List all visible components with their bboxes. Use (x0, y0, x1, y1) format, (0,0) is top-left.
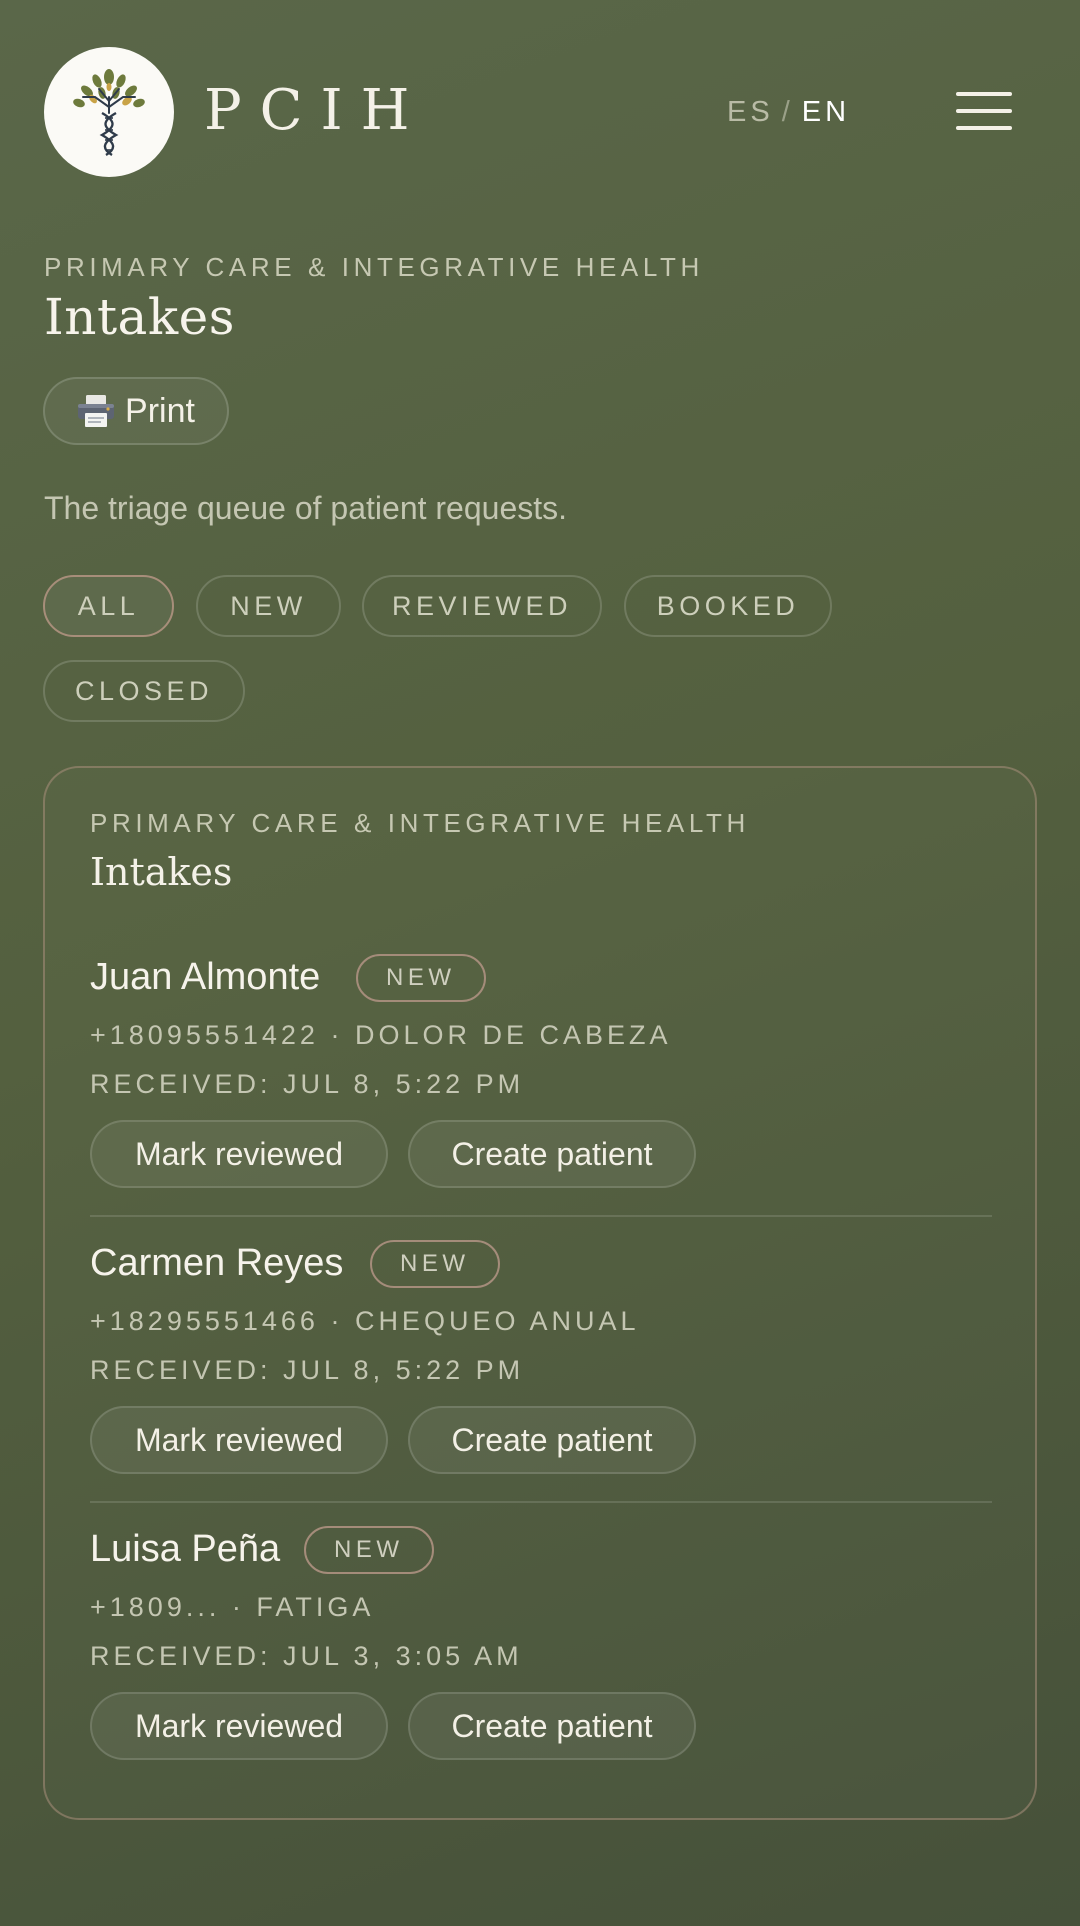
mark-reviewed-button[interactable]: Mark reviewed (90, 1120, 388, 1188)
lang-en-link[interactable]: EN (802, 96, 850, 128)
lang-separator: / (781, 96, 794, 128)
filter-chip-new[interactable]: NEW (196, 575, 341, 637)
page-subtitle: The triage queue of patient requests. (44, 490, 568, 526)
divider (90, 1501, 992, 1503)
patient-name: Juan Almonte (90, 956, 321, 998)
intake-item: Luisa Peña NEW +1809... · FATIGA RECEIVE… (90, 1524, 992, 1810)
logo[interactable] (44, 47, 174, 177)
lang-es-link[interactable]: ES (727, 96, 774, 128)
filter-chip-closed[interactable]: CLOSED (43, 660, 245, 722)
patient-name: Luisa Peña (90, 1528, 281, 1570)
print-label: Print (125, 391, 195, 430)
language-switcher: ES / EN (727, 92, 850, 132)
page-eyebrow: PRIMARY CARE & INTEGRATIVE HEALTH (44, 252, 704, 282)
intake-contact-reason: +1809... · FATIGA (90, 1592, 375, 1622)
filter-chip-booked[interactable]: BOOKED (624, 575, 832, 637)
brand-name[interactable]: PCIH (204, 78, 427, 144)
mark-reviewed-button[interactable]: Mark reviewed (90, 1692, 388, 1760)
intake-item: Carmen Reyes NEW +18295551466 · CHEQUEO … (90, 1238, 992, 1524)
divider (90, 1215, 992, 1217)
page-title: Intakes (44, 288, 235, 346)
status-badge: NEW (304, 1526, 434, 1574)
filter-chip-reviewed[interactable]: REVIEWED (362, 575, 602, 637)
intake-received: RECEIVED: JUL 3, 3:05 AM (90, 1641, 523, 1671)
mark-reviewed-button[interactable]: Mark reviewed (90, 1406, 388, 1474)
print-button[interactable]: Print (43, 377, 229, 445)
intake-received: RECEIVED: JUL 8, 5:22 PM (90, 1355, 525, 1385)
status-badge: NEW (370, 1240, 500, 1288)
printer-icon (77, 394, 115, 428)
intake-contact-reason: +18295551466 · CHEQUEO ANUAL (90, 1306, 640, 1336)
status-badge: NEW (356, 954, 486, 1002)
create-patient-button[interactable]: Create patient (408, 1406, 696, 1474)
tree-dna-icon (73, 69, 145, 157)
intake-received: RECEIVED: JUL 8, 5:22 PM (90, 1069, 525, 1099)
card-title: Intakes (90, 850, 233, 894)
intakes-card: PRIMARY CARE & INTEGRATIVE HEALTH Intake… (43, 766, 1037, 1820)
hamburger-menu-icon[interactable] (956, 90, 1012, 132)
patient-name: Carmen Reyes (90, 1242, 344, 1284)
top-bar: PCIH ES / EN (0, 0, 1080, 224)
intake-contact-reason: +18095551422 · DOLOR DE CABEZA (90, 1020, 672, 1050)
filter-chip-all[interactable]: ALL (43, 575, 174, 637)
create-patient-button[interactable]: Create patient (408, 1120, 696, 1188)
intake-item: Juan Almonte NEW +18095551422 · DOLOR DE… (90, 952, 992, 1238)
card-eyebrow: PRIMARY CARE & INTEGRATIVE HEALTH (90, 808, 750, 838)
create-patient-button[interactable]: Create patient (408, 1692, 696, 1760)
